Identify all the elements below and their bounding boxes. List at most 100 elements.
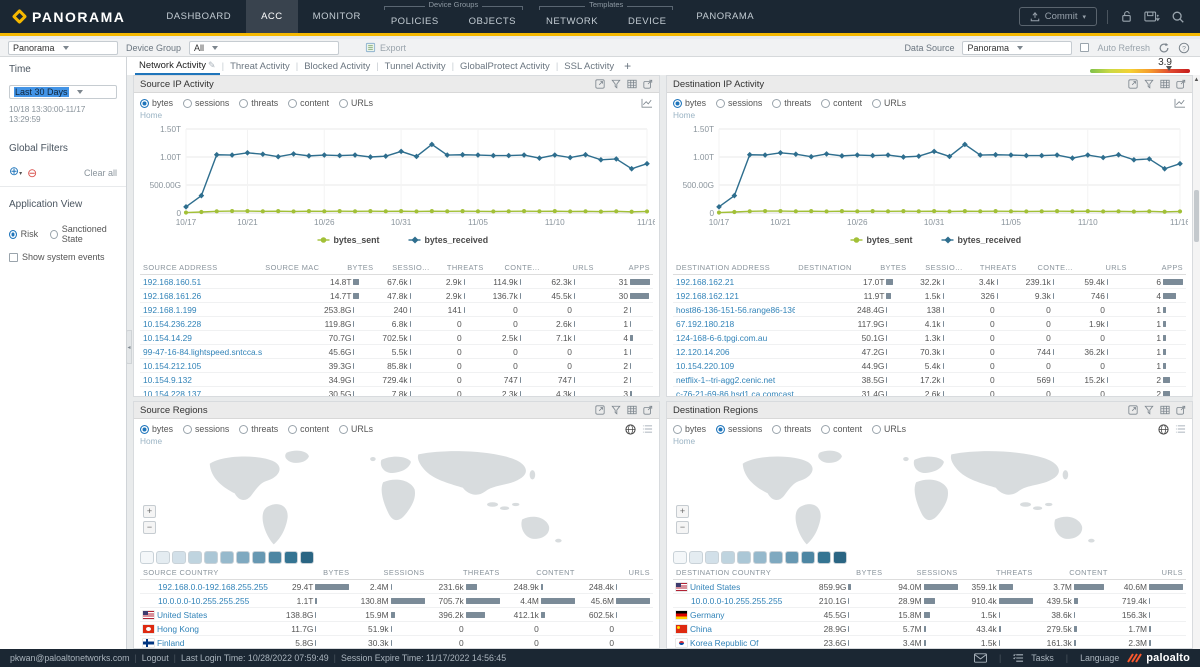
metric-cell[interactable]: 0	[427, 621, 503, 636]
map-zoom-out-button[interactable]: −	[143, 521, 156, 534]
metric-cell[interactable]: 210.1G	[810, 593, 886, 608]
address-link[interactable]: 192.168.160.51	[143, 277, 201, 287]
tab-tunnel-activity[interactable]: Tunnel Activity	[381, 59, 450, 74]
metric-cell[interactable]: 59.4k	[1075, 274, 1130, 289]
metric-cell[interactable]: 45.6M	[577, 593, 653, 608]
metric-cell[interactable]: 4.1k	[909, 316, 966, 331]
country-link[interactable]: Korea Republic Of	[690, 638, 758, 648]
world-map[interactable]: + −	[140, 447, 653, 549]
metric-cell[interactable]: 43.4k	[960, 621, 1036, 636]
logout-link[interactable]: Logout	[142, 653, 169, 663]
metric-cell[interactable]: 0	[486, 358, 543, 373]
metric-cell[interactable]: 2.4M	[352, 579, 428, 594]
metric-cell[interactable]: 36.2k	[1075, 344, 1130, 359]
list-view-icon[interactable]	[642, 424, 653, 435]
metric-content[interactable]: content	[821, 424, 862, 434]
metric-cell[interactable]: 138.8G	[277, 607, 353, 622]
country-link[interactable]: United States	[157, 610, 207, 620]
metric-cell[interactable]: 1.9k	[1075, 316, 1130, 331]
metric-cell[interactable]: 4	[1129, 288, 1186, 303]
nav-item-panorama[interactable]: PANORAMA	[681, 0, 769, 33]
metric-cell[interactable]: 0	[542, 302, 597, 317]
show-system-events-checkbox[interactable]	[9, 252, 18, 262]
jump-to-logs-icon[interactable]	[643, 79, 653, 89]
metric-cell[interactable]: 326	[965, 288, 1020, 303]
tab-blocked-activity[interactable]: Blocked Activity	[300, 59, 374, 74]
metric-cell[interactable]: 2	[1129, 386, 1186, 396]
metric-cell[interactable]: 94.0M	[885, 579, 961, 594]
home-breadcrumb[interactable]: Home	[673, 110, 1186, 121]
metric-urls[interactable]: URLs	[339, 98, 373, 108]
metric-cell[interactable]: 2.9k	[432, 274, 487, 289]
tab-ssl-activity[interactable]: SSL Activity	[560, 59, 618, 74]
metric-cell[interactable]: 747	[542, 372, 597, 387]
metric-cell[interactable]: 0	[542, 344, 597, 359]
metric-cell[interactable]: 0	[486, 302, 543, 317]
world-map[interactable]: + −	[673, 447, 1186, 549]
metric-cell[interactable]: 1	[1129, 358, 1186, 373]
metric-cell[interactable]: 1	[1129, 316, 1186, 331]
column-header[interactable]: URLS	[577, 565, 653, 580]
metric-cell[interactable]: 746	[1075, 288, 1130, 303]
metric-cell[interactable]: 0	[577, 621, 653, 636]
add-tab-button[interactable]: +	[624, 59, 631, 73]
metric-cell[interactable]: 30.5G	[320, 386, 377, 396]
column-header[interactable]: DESTINATION COUNTRY	[673, 565, 811, 580]
tasks-link[interactable]: Tasks	[1031, 653, 1054, 663]
metric-cell[interactable]: 39.3G	[320, 358, 377, 373]
metric-cell[interactable]: 2.9k	[432, 288, 487, 303]
language-link[interactable]: Language	[1080, 653, 1119, 663]
metric-cell[interactable]: 1.5k	[960, 607, 1036, 622]
metric-cell[interactable]: 729.4k	[376, 372, 433, 387]
metric-cell[interactable]: 747	[486, 372, 543, 387]
address-link[interactable]: 124-168-6-6.tpgi.com.au	[676, 333, 767, 343]
address-link[interactable]: 192.168.161.26	[143, 291, 201, 301]
remove-filter-icon[interactable]: ⊖	[27, 167, 37, 179]
jump-to-logs-icon[interactable]	[1176, 405, 1186, 415]
home-breadcrumb[interactable]: Home	[673, 436, 1186, 447]
address-link[interactable]: 12.120.14.206	[676, 347, 730, 357]
metric-cell[interactable]: 3	[596, 386, 653, 396]
column-header[interactable]: SESSIONS	[885, 565, 961, 580]
tasks-icon[interactable]	[1013, 653, 1024, 663]
table-view-icon[interactable]	[627, 405, 637, 415]
metric-cell[interactable]: 2.3k	[486, 386, 543, 396]
metric-cell[interactable]: 28.9G	[810, 621, 886, 636]
metric-cell[interactable]: 702.5k	[376, 330, 433, 345]
column-header[interactable]: SESSIO...	[376, 260, 433, 275]
metric-cell[interactable]: 1.7M	[1110, 621, 1186, 636]
jump-to-logs-icon[interactable]	[643, 405, 653, 415]
refresh-icon[interactable]	[1158, 42, 1170, 54]
filter-icon[interactable]	[611, 79, 621, 89]
metric-cell[interactable]: 248.4k	[577, 579, 653, 594]
auto-refresh-checkbox[interactable]	[1080, 43, 1090, 52]
metric-cell[interactable]: 1	[1129, 302, 1186, 317]
metric-cell[interactable]: 2.3M	[1111, 636, 1186, 649]
time-range-select[interactable]: Last 30 Days	[9, 85, 117, 99]
metric-cell[interactable]: 0	[486, 316, 543, 331]
metric-bytes[interactable]: bytes	[140, 424, 173, 434]
country-link[interactable]: Hong Kong	[157, 624, 199, 634]
column-header[interactable]: SESSIONS	[352, 565, 428, 580]
metric-cell[interactable]: 3.4k	[965, 274, 1020, 289]
metric-cell[interactable]: 2	[1129, 372, 1186, 387]
metric-cell[interactable]: 4.3k	[542, 386, 597, 396]
column-header[interactable]: BYTES	[320, 260, 377, 275]
column-header[interactable]: SOURCE ADDRESS	[140, 260, 263, 275]
metric-cell[interactable]: 28.9M	[885, 593, 961, 608]
metric-content[interactable]: content	[288, 98, 329, 108]
address-link[interactable]: 67.192.180.218	[676, 319, 734, 329]
globe-view-icon[interactable]	[625, 423, 636, 435]
metric-cell[interactable]: 70.7G	[320, 330, 377, 345]
column-header[interactable]: URLS	[1110, 565, 1186, 580]
metric-sessions[interactable]: sessions	[183, 424, 229, 434]
map-zoom-out-button[interactable]: −	[676, 521, 689, 534]
column-header[interactable]: CONTE...	[1019, 260, 1076, 275]
filter-icon[interactable]	[611, 405, 621, 415]
metric-cell[interactable]: 910.4k	[960, 593, 1036, 608]
metric-cell[interactable]: 859.9G	[810, 579, 886, 594]
metric-cell[interactable]: 161.3k	[1036, 636, 1111, 649]
metric-sessions[interactable]: sessions	[716, 98, 762, 108]
country-link[interactable]: Finland	[157, 638, 184, 648]
metric-cell[interactable]: 2	[596, 302, 653, 317]
